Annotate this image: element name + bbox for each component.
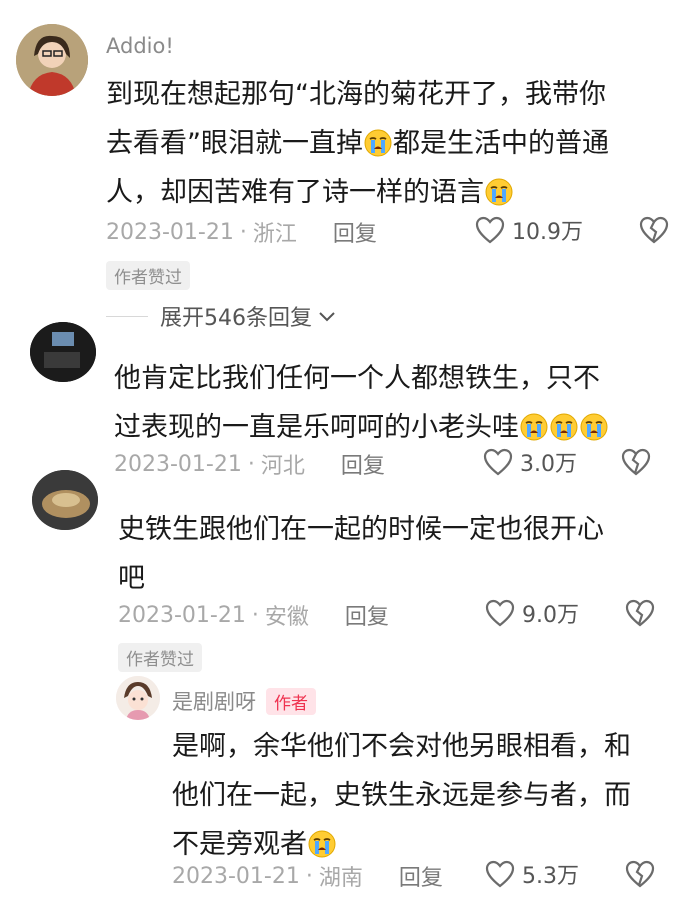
reply-button[interactable]: 回复: [399, 860, 443, 892]
meta-separator: ·: [305, 863, 313, 889]
loudly-crying-face-icon: [364, 129, 392, 157]
comment-date: 2023-01-21: [106, 219, 234, 245]
loudly-crying-face-icon: [550, 413, 578, 441]
like-button[interactable]: 9.0万: [484, 597, 579, 629]
broken-heart-icon: [624, 858, 656, 890]
reply-text: 是啊，余华他们不会对他另眼相看，和 他们在一起，史铁生永远是参与者，而 不是旁观…: [172, 722, 672, 869]
loudly-crying-face-icon: [580, 413, 608, 441]
comment-meta: 2023-01-21 · 安徽 回复: [118, 599, 389, 631]
avatar[interactable]: [16, 24, 88, 96]
like-button[interactable]: 3.0万: [482, 446, 577, 478]
comment-username[interactable]: Addio!: [106, 34, 174, 58]
comment-line: 史铁生跟他们在一起的时候一定也很开心: [118, 514, 604, 545]
avatar-cartoon-icon: [116, 676, 160, 720]
avatar[interactable]: [32, 470, 98, 530]
comment-line: 过表现的一直是乐呵呵的小老头哇: [114, 403, 674, 452]
like-button[interactable]: 5.3万: [484, 858, 579, 890]
reply-line: 他们在一起，史铁生永远是参与者，而: [172, 780, 631, 811]
reply-header: 是剧剧呀 作者: [172, 686, 316, 716]
broken-heart-icon: [624, 597, 656, 629]
comment-line-part: 都是生活中的普通: [393, 128, 609, 159]
reply-line: 是啊，余华他们不会对他另眼相看，和: [172, 731, 631, 762]
reply-button[interactable]: 回复: [333, 216, 377, 248]
comment-date: 2023-01-21: [114, 451, 242, 477]
comment-date: 2023-01-21: [118, 602, 246, 628]
comment-line: 去看看”眼泪就一直掉 都是生活中的普通: [106, 119, 666, 168]
like-count: 3.0万: [520, 452, 577, 477]
like-count: 9.0万: [522, 603, 579, 628]
comment-text: 他肯定比我们任何一个人都想铁生，只不 过表现的一直是乐呵呵的小老头哇: [114, 354, 674, 452]
reply-line-part: 不是旁观者: [172, 829, 307, 860]
heart-outline-icon: [484, 597, 516, 629]
dislike-button[interactable]: [620, 446, 652, 482]
chevron-down-icon: [319, 312, 335, 322]
author-liked-badge: 作者赞过: [106, 261, 190, 290]
comment-line: 到现在想起那句“北海的菊花开了，我带你: [106, 79, 606, 110]
avatar-portrait-icon: [16, 24, 88, 96]
meta-separator: ·: [247, 451, 255, 477]
comment-line-part: 人，却因苦难有了诗一样的语言: [106, 177, 484, 208]
avatar-photo-icon: [30, 322, 96, 382]
author-tag: 作者: [266, 687, 316, 715]
comment-text: 到现在想起那句“北海的菊花开了，我带你 去看看”眼泪就一直掉 都是生活中的普通 人…: [106, 70, 666, 217]
heart-outline-icon: [484, 858, 516, 890]
reply-username[interactable]: 是剧剧呀: [172, 686, 256, 716]
comment-location: 浙江: [252, 222, 297, 247]
reply-location: 湖南: [318, 866, 363, 891]
comment-line: 人，却因苦难有了诗一样的语言: [106, 168, 666, 217]
dislike-button[interactable]: [624, 858, 656, 894]
avatar-photo-icon: [32, 470, 98, 530]
loudly-crying-face-icon: [520, 413, 548, 441]
heart-outline-icon: [474, 214, 506, 246]
meta-separator: ·: [251, 602, 259, 628]
expand-replies[interactable]: 展开546条回复: [106, 300, 338, 332]
comment-line-part: 过表现的一直是乐呵呵的小老头哇: [114, 412, 519, 443]
like-count: 5.3万: [522, 864, 579, 889]
loudly-crying-face-icon: [485, 178, 513, 206]
like-count: 10.9万: [512, 220, 583, 245]
expand-replies-label: 展开546条回复: [160, 306, 312, 331]
reply-button[interactable]: 回复: [345, 599, 389, 631]
comment-meta: 2023-01-21 · 河北 回复: [114, 448, 385, 480]
reply-meta: 2023-01-21 · 湖南 回复: [172, 860, 443, 892]
avatar[interactable]: [30, 322, 96, 382]
comment-line-part: 去看看”眼泪就一直掉: [106, 128, 363, 159]
comment-line: 吧: [118, 563, 145, 594]
comment-line: 他肯定比我们任何一个人都想铁生，只不: [114, 363, 600, 394]
comment-location: 河北: [260, 454, 305, 479]
heart-outline-icon: [482, 446, 514, 478]
comment-meta: 2023-01-21 · 浙江 回复: [106, 216, 377, 248]
broken-heart-icon: [638, 214, 670, 246]
comment-text: 史铁生跟他们在一起的时候一定也很开心 吧: [118, 505, 678, 603]
reply-date: 2023-01-21: [172, 863, 300, 889]
reply-button[interactable]: 回复: [341, 448, 385, 480]
loudly-crying-face-icon: [308, 830, 336, 858]
like-button[interactable]: 10.9万: [474, 214, 583, 246]
comment-location: 安徽: [264, 605, 309, 630]
divider: [106, 315, 148, 317]
author-liked-badge: 作者赞过: [118, 643, 202, 672]
meta-separator: ·: [239, 219, 247, 245]
dislike-button[interactable]: [624, 597, 656, 633]
broken-heart-icon: [620, 446, 652, 478]
dislike-button[interactable]: [638, 214, 670, 250]
avatar[interactable]: [116, 676, 160, 720]
